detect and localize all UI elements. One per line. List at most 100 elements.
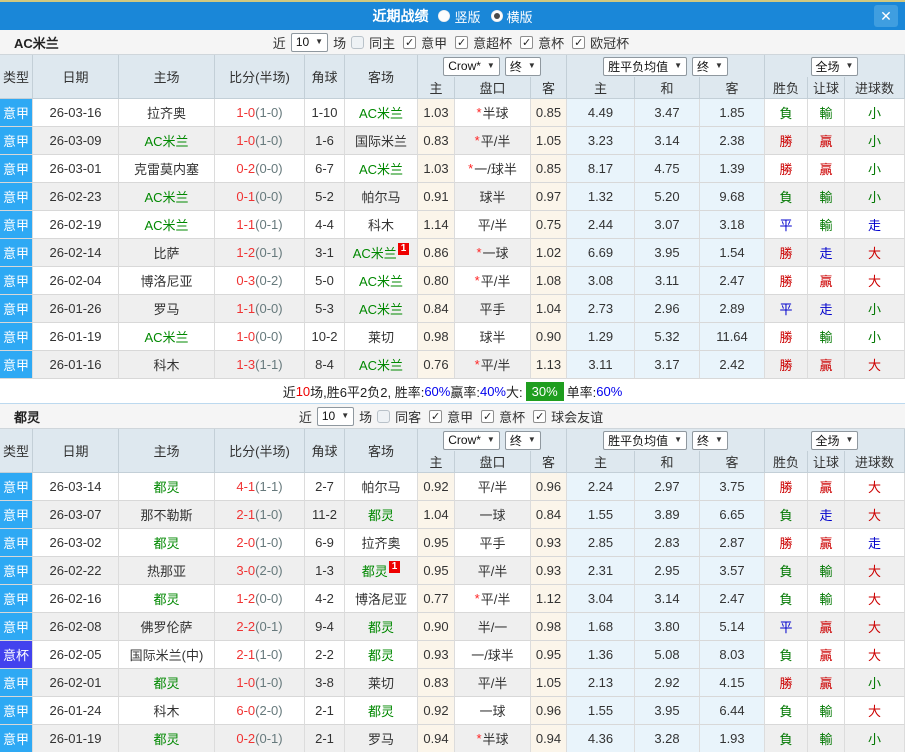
match-type: 意甲 [0, 351, 33, 379]
avg-stage-select[interactable]: 终 ▼ [692, 56, 728, 76]
league-checkbox[interactable]: ✓ [403, 35, 417, 49]
result-handicap: 贏 [808, 127, 845, 155]
away-team-name: 帕尔马 [361, 190, 401, 205]
league-checkbox[interactable]: ✓ [455, 35, 469, 49]
home-team: AC米兰 [119, 323, 215, 351]
corners: 4-4 [305, 211, 345, 239]
odds-away: 0.93 [531, 529, 567, 557]
league-checkbox[interactable]: ✓ [533, 409, 547, 423]
corners: 1-10 [305, 99, 345, 127]
corners: 2-1 [305, 697, 345, 725]
matches-count-select[interactable]: 10 ▼ [316, 406, 355, 426]
scope-select[interactable]: 全场 ▼ [810, 430, 859, 450]
column-subheader: 客 [700, 77, 765, 99]
home-team: 那不勒斯 [119, 501, 215, 529]
match-type: 意甲 [0, 211, 33, 239]
avg-stage-select[interactable]: 终 ▼ [692, 430, 728, 450]
avg-home: 3.04 [567, 585, 635, 613]
halftime-score: (0-0) [255, 591, 283, 606]
avg-group-header: 胜平负均值 ▼ 终 ▼ [567, 55, 765, 77]
league-checkbox[interactable]: ✓ [481, 409, 495, 423]
scope-select[interactable]: 全场 ▼ [810, 56, 859, 76]
odds-company-select[interactable]: Crow* ▼ [443, 56, 500, 76]
avg-home: 8.17 [567, 155, 635, 183]
away-team: 帕尔马 [345, 183, 418, 211]
match-type: 意甲 [0, 473, 33, 501]
away-team-name: AC米兰 [358, 162, 404, 177]
column-subheader: 和 [635, 451, 700, 473]
column-subheader: 盘口 [455, 451, 531, 473]
score: 0-1 (0-0) [215, 183, 305, 211]
filter-bar: 近 10 ▼ 场 同主 ✓ 意甲 ✓ 意超杯 ✓ 意杯 ✓ 欧冠杯 [0, 32, 905, 52]
radio-vertical-layout[interactable]: 竖版 [438, 7, 481, 26]
match-row: 意甲 26-02-01 都灵 1-0 (1-0) 3-8 莱切 0.83 平/半 1.05 2.13… [0, 669, 905, 697]
result-goals: 小 [845, 669, 905, 697]
avg-draw: 2.95 [635, 557, 700, 585]
avg-draw: 2.96 [635, 295, 700, 323]
result-handicap: 輸 [808, 211, 845, 239]
home-team-name: 博洛尼亚 [140, 274, 193, 289]
same-venue-checkbox[interactable] [351, 35, 365, 49]
odds-home: 0.90 [418, 613, 455, 641]
avg-source-select[interactable]: 胜平负均值 ▼ [603, 430, 687, 450]
odds-stage-select[interactable]: 终 ▼ [504, 56, 541, 76]
avg-draw: 3.14 [635, 127, 700, 155]
result-goals: 大 [845, 697, 905, 725]
away-team-name: 帕尔马 [361, 480, 401, 495]
away-team: AC米兰 1 [345, 239, 418, 267]
odds-home: 1.03 [418, 99, 455, 127]
halftime-score: (1-1) [255, 479, 283, 494]
avg-home: 1.36 [567, 641, 635, 669]
avg-home: 1.55 [567, 697, 635, 725]
halftime-score: (0-1) [255, 731, 283, 746]
column-header: 类型 [0, 55, 33, 99]
halftime-score: (1-0) [255, 647, 283, 662]
match-type: 意甲 [0, 585, 33, 613]
section-away-team: 都灵近 10 ▼ 场同客 ✓ 意甲 ✓ 意杯 ✓ 球会友谊 类型 日期 主场 比分(半场) 角球 客场 Crow… [0, 404, 905, 752]
match-date: 26-03-16 [33, 99, 119, 127]
avg-away: 1.54 [700, 239, 765, 267]
match-type: 意甲 [0, 697, 33, 725]
away-team-name: 罗马 [367, 732, 394, 747]
league-checkbox[interactable]: ✓ [429, 409, 443, 423]
score: 2-1 (1-0) [215, 501, 305, 529]
score: 2-2 (0-1) [215, 613, 305, 641]
chevron-down-icon: ▼ [845, 61, 854, 70]
avg-away: 1.93 [700, 725, 765, 752]
close-icon[interactable]: ✕ [874, 5, 898, 27]
odds-away: 1.04 [531, 295, 567, 323]
odds-away: 1.05 [531, 669, 567, 697]
live-marker-icon: * [476, 731, 482, 746]
home-team-name: 科木 [153, 358, 180, 373]
league-checkbox-label: 欧冠杯 [590, 35, 630, 51]
matches-count-select[interactable]: 10 ▼ [290, 32, 329, 52]
match-date: 26-02-04 [33, 267, 119, 295]
fulltime-score: 2-1 [236, 647, 256, 662]
avg-source-select[interactable]: 胜平负均值 ▼ [603, 56, 687, 76]
halftime-score: (0-0) [255, 329, 283, 344]
result-outcome: 勝 [765, 669, 808, 697]
result-goals: 大 [845, 585, 905, 613]
same-venue-checkbox[interactable] [377, 409, 391, 423]
away-team: AC米兰 [345, 155, 418, 183]
radio-icon[interactable] [490, 10, 503, 22]
odds-stage-select[interactable]: 终 ▼ [504, 430, 541, 450]
odds-company-select[interactable]: Crow* ▼ [443, 430, 500, 450]
corners: 2-1 [305, 725, 345, 752]
result-outcome: 負 [765, 501, 808, 529]
avg-draw: 4.75 [635, 155, 700, 183]
score: 2-0 (1-0) [215, 529, 305, 557]
radio-horizontal-layout[interactable]: 横版 [490, 7, 533, 26]
match-date: 26-02-08 [33, 613, 119, 641]
radio-icon[interactable] [438, 10, 451, 22]
match-row: 意甲 26-02-22 热那亚 3-0 (2-0) 1-3 都灵 1 0.95 平/半 0.93 2.… [0, 557, 905, 585]
live-marker-icon: * [474, 357, 480, 372]
league-checkbox[interactable]: ✓ [572, 35, 586, 49]
league-checkbox[interactable]: ✓ [520, 35, 534, 49]
away-team: 都灵 [345, 697, 418, 725]
result-outcome: 負 [765, 99, 808, 127]
avg-draw: 5.20 [635, 183, 700, 211]
odds-company-select-value: Crow* [448, 59, 481, 73]
odds-group-header: Crow* ▼ 终 ▼ [418, 429, 567, 451]
match-date: 26-01-26 [33, 295, 119, 323]
